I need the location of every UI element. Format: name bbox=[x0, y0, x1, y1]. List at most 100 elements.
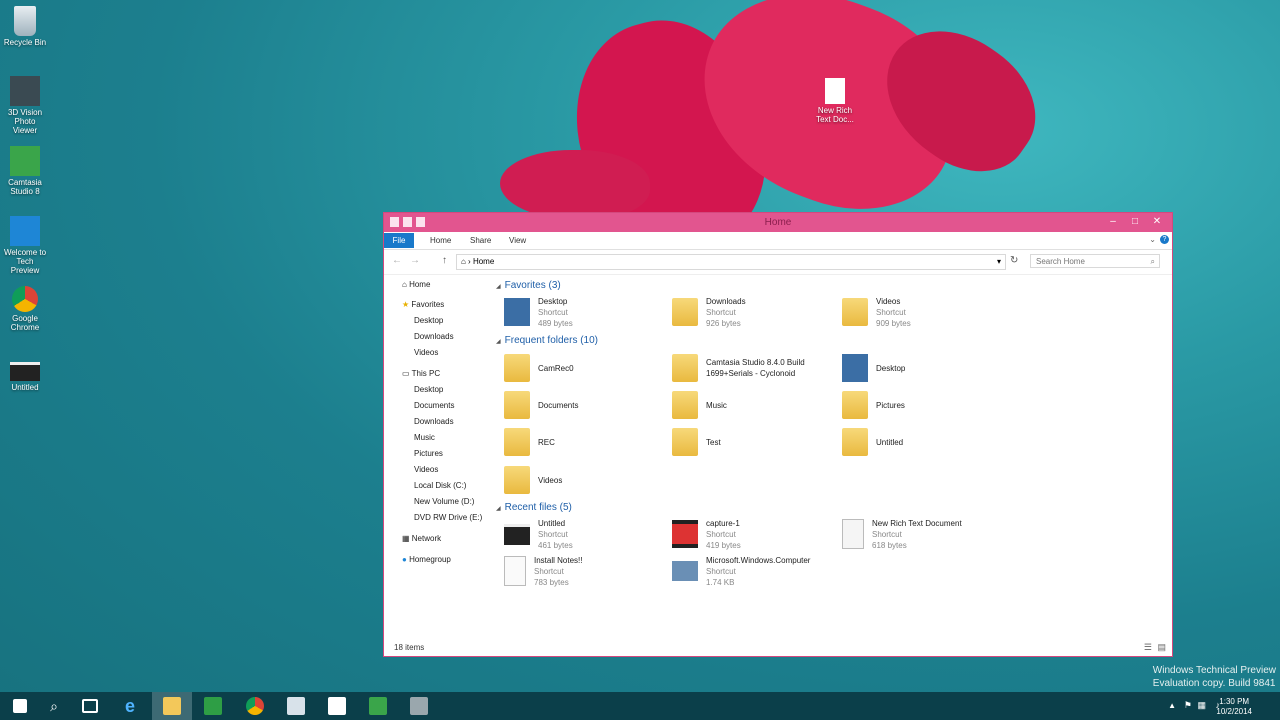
list-item[interactable]: Desktop Shortcut 489 bytes bbox=[504, 295, 664, 329]
window-title: Home bbox=[764, 217, 792, 228]
desktop-icon-camtasia[interactable]: Camtasia Studio 8 bbox=[2, 146, 48, 196]
list-item[interactable]: New Rich Text Document Shortcut 618 bytes bbox=[842, 517, 1022, 551]
search-input[interactable]: Search Home ⌕ bbox=[1030, 254, 1160, 268]
task-view-icon bbox=[82, 699, 98, 713]
nav-fav-downloads[interactable]: Downloads bbox=[392, 329, 492, 345]
chrome-icon bbox=[246, 697, 264, 715]
large-icons-view-icon[interactable]: ▤ bbox=[1157, 642, 1166, 653]
close-button[interactable]: ✕ bbox=[1146, 214, 1168, 230]
nav-pc-music[interactable]: Music bbox=[392, 430, 492, 446]
list-item[interactable]: CamRec0 bbox=[504, 351, 664, 385]
video-file-icon bbox=[10, 362, 40, 381]
windows-logo-icon bbox=[10, 216, 40, 246]
windows-logo-icon bbox=[13, 699, 27, 713]
back-arrow-icon[interactable]: ← bbox=[392, 255, 402, 266]
taskbar-chrome[interactable] bbox=[235, 692, 275, 720]
details-view-icon[interactable]: ☰ bbox=[1144, 642, 1152, 653]
internet-explorer-icon: e bbox=[124, 695, 135, 716]
home-icon: ⌂ bbox=[402, 280, 410, 289]
list-item[interactable]: Untitled Shortcut 461 bytes bbox=[504, 517, 664, 551]
list-item[interactable]: Desktop bbox=[842, 351, 1002, 385]
list-item[interactable]: REC bbox=[504, 425, 664, 459]
nav-this-pc[interactable]: ▭ This PC bbox=[392, 366, 492, 382]
videos-folder-icon bbox=[504, 466, 530, 494]
taskbar-file-explorer[interactable] bbox=[152, 692, 192, 720]
nav-fav-videos[interactable]: Videos bbox=[392, 345, 492, 361]
list-item[interactable]: Test bbox=[672, 425, 832, 459]
nav-pc-desktop[interactable]: Desktop bbox=[392, 382, 492, 398]
evaluation-watermark: Windows Technical Preview Evaluation cop… bbox=[1152, 665, 1276, 689]
tray-chevron-icon[interactable]: ▲ bbox=[1168, 701, 1176, 710]
folder-icon bbox=[672, 354, 698, 382]
desktop-icon-3d-vision[interactable]: 3D Vision Photo Viewer bbox=[2, 76, 48, 135]
taskbar-store[interactable] bbox=[193, 692, 233, 720]
nav-fav-desktop[interactable]: Desktop bbox=[392, 313, 492, 329]
list-item[interactable]: Pictures bbox=[842, 388, 1002, 422]
taskbar-camtasia-recorder[interactable] bbox=[317, 692, 357, 720]
task-view-button[interactable] bbox=[70, 692, 110, 720]
desktop-icon-label: New Rich Text Doc... bbox=[816, 106, 854, 124]
chrome-icon bbox=[12, 286, 38, 312]
nav-pc-videos[interactable]: Videos bbox=[392, 462, 492, 478]
desktop-icon-recycle-bin[interactable]: Recycle Bin bbox=[2, 6, 48, 47]
search-placeholder: Search Home bbox=[1036, 257, 1085, 266]
desktop-icon-chrome[interactable]: Google Chrome bbox=[2, 286, 48, 332]
list-item[interactable]: Camtasia Studio 8.4.0 Build 1699+Serials… bbox=[672, 351, 842, 385]
list-item[interactable]: Microsoft.Windows.Computer Shortcut 1.74 K… bbox=[672, 554, 852, 588]
document-icon bbox=[842, 519, 864, 549]
video-file-icon bbox=[504, 523, 530, 545]
taskbar-tool[interactable] bbox=[399, 692, 439, 720]
desktop-icon-rich-text[interactable]: New Rich Text Doc... bbox=[812, 78, 858, 124]
search-button[interactable]: ⌕ bbox=[34, 692, 74, 720]
list-item[interactable]: Untitled bbox=[842, 425, 1002, 459]
tab-file[interactable]: File bbox=[384, 233, 414, 248]
title-bar[interactable]: Home – □ ✕ bbox=[384, 213, 1172, 232]
group-header-recent[interactable]: Recent files (5) bbox=[496, 499, 572, 517]
list-item[interactable]: Install Notes!! Shortcut 783 bytes bbox=[504, 554, 664, 588]
clock[interactable]: 1:30 PM 10/2/2014 bbox=[1216, 697, 1252, 717]
nav-pc-pictures[interactable]: Pictures bbox=[392, 446, 492, 462]
desktop-icon-untitled[interactable]: Untitled bbox=[2, 362, 48, 392]
nav-home[interactable]: ⌂ Home bbox=[392, 277, 492, 293]
minimize-button[interactable]: – bbox=[1102, 214, 1124, 230]
store-icon bbox=[204, 697, 222, 715]
desktop-icon-welcome[interactable]: Welcome to Tech Preview bbox=[2, 216, 48, 275]
help-icon[interactable]: ? bbox=[1160, 235, 1169, 244]
nav-network[interactable]: ▦ Network bbox=[392, 531, 492, 547]
up-arrow-icon[interactable]: ↑ bbox=[442, 255, 447, 266]
tool-icon bbox=[410, 697, 428, 715]
nav-pc-local-disk[interactable]: Local Disk (C:) bbox=[392, 478, 492, 494]
forward-arrow-icon[interactable]: → bbox=[410, 255, 420, 266]
taskbar-camtasia[interactable] bbox=[358, 692, 398, 720]
tab-home[interactable]: Home bbox=[430, 236, 451, 245]
list-item[interactable]: Music bbox=[672, 388, 832, 422]
text-file-icon bbox=[504, 556, 526, 586]
list-item[interactable]: Videos bbox=[504, 463, 664, 497]
list-item[interactable]: Documents bbox=[504, 388, 664, 422]
explorer-window[interactable]: Home – □ ✕ File Home Share View ⌄ ? ← → … bbox=[383, 212, 1173, 657]
list-item[interactable]: Videos Shortcut 909 bytes bbox=[842, 295, 1002, 329]
list-item[interactable]: Downloads Shortcut 926 bytes bbox=[672, 295, 832, 329]
search-icon: ⌕ bbox=[1150, 257, 1155, 266]
nav-pc-new-volume[interactable]: New Volume (D:) bbox=[392, 494, 492, 510]
nav-pc-dvd-drive[interactable]: DVD RW Drive (E:) bbox=[392, 510, 492, 526]
refresh-icon[interactable]: ↻ bbox=[1010, 255, 1018, 266]
dropdown-icon[interactable]: ▾ bbox=[997, 255, 1001, 269]
group-header-frequent[interactable]: Frequent folders (10) bbox=[496, 332, 598, 350]
taskbar-photo-viewer[interactable] bbox=[276, 692, 316, 720]
nav-pc-downloads[interactable]: Downloads bbox=[392, 414, 492, 430]
network-icon[interactable]: ▦ bbox=[1197, 700, 1206, 711]
group-header-favorites[interactable]: Favorites (3) bbox=[496, 277, 1172, 295]
address-bar[interactable]: ⌂ › Home ▾ bbox=[456, 254, 1006, 270]
maximize-button[interactable]: □ bbox=[1124, 214, 1146, 230]
status-bar-count: 18 items bbox=[394, 643, 425, 652]
action-center-icon[interactable]: ⚑ bbox=[1184, 700, 1192, 711]
list-item[interactable]: capture-1 Shortcut 419 bytes bbox=[672, 517, 832, 551]
tab-view[interactable]: View bbox=[509, 236, 526, 245]
tab-share[interactable]: Share bbox=[470, 236, 491, 245]
nav-pc-documents[interactable]: Documents bbox=[392, 398, 492, 414]
chevron-down-icon[interactable]: ⌄ bbox=[1149, 235, 1156, 244]
nav-homegroup[interactable]: ● Homegroup bbox=[392, 552, 492, 568]
taskbar-ie[interactable]: e bbox=[110, 692, 150, 720]
nav-favorites[interactable]: ★ Favorites bbox=[392, 297, 492, 313]
